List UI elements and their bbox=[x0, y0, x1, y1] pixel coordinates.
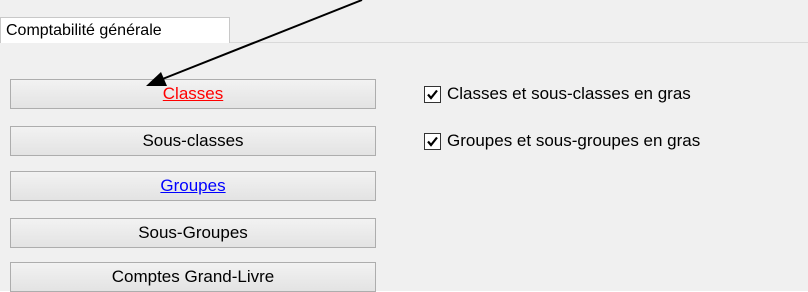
bold-groupes-option[interactable]: Groupes et sous-groupes en gras bbox=[424, 130, 700, 152]
checkmark-icon bbox=[427, 89, 438, 100]
sous-classes-button-label: Sous-classes bbox=[142, 131, 244, 150]
bold-groupes-checkbox[interactable] bbox=[424, 132, 441, 150]
tab-label: Comptabilité générale bbox=[6, 22, 162, 39]
tab-panel: Classes Sous-classes Groupes Sous-Groupe… bbox=[0, 43, 808, 292]
groupes-button[interactable]: Groupes bbox=[10, 171, 376, 201]
classes-button-label: Classes bbox=[162, 84, 224, 103]
comptes-grand-livre-button-label: Comptes Grand-Livre bbox=[111, 267, 275, 286]
groupes-button-label: Groupes bbox=[160, 176, 226, 195]
sous-groupes-button[interactable]: Sous-Groupes bbox=[10, 218, 376, 248]
tab-comptabilite-generale-front[interactable]: Comptabilité générale bbox=[0, 17, 230, 43]
comptes-grand-livre-button[interactable]: Comptes Grand-Livre bbox=[10, 262, 376, 292]
checkmark-icon bbox=[427, 136, 438, 147]
sous-classes-button[interactable]: Sous-classes bbox=[10, 126, 376, 156]
bold-groupes-label: Groupes et sous-groupes en gras bbox=[447, 131, 701, 150]
bold-classes-label: Classes et sous-classes en gras bbox=[447, 84, 691, 103]
sous-groupes-button-label: Sous-Groupes bbox=[138, 223, 248, 242]
classes-button[interactable]: Classes bbox=[10, 79, 376, 109]
bold-classes-checkbox[interactable] bbox=[424, 85, 441, 103]
bold-classes-option[interactable]: Classes et sous-classes en gras bbox=[424, 83, 691, 105]
